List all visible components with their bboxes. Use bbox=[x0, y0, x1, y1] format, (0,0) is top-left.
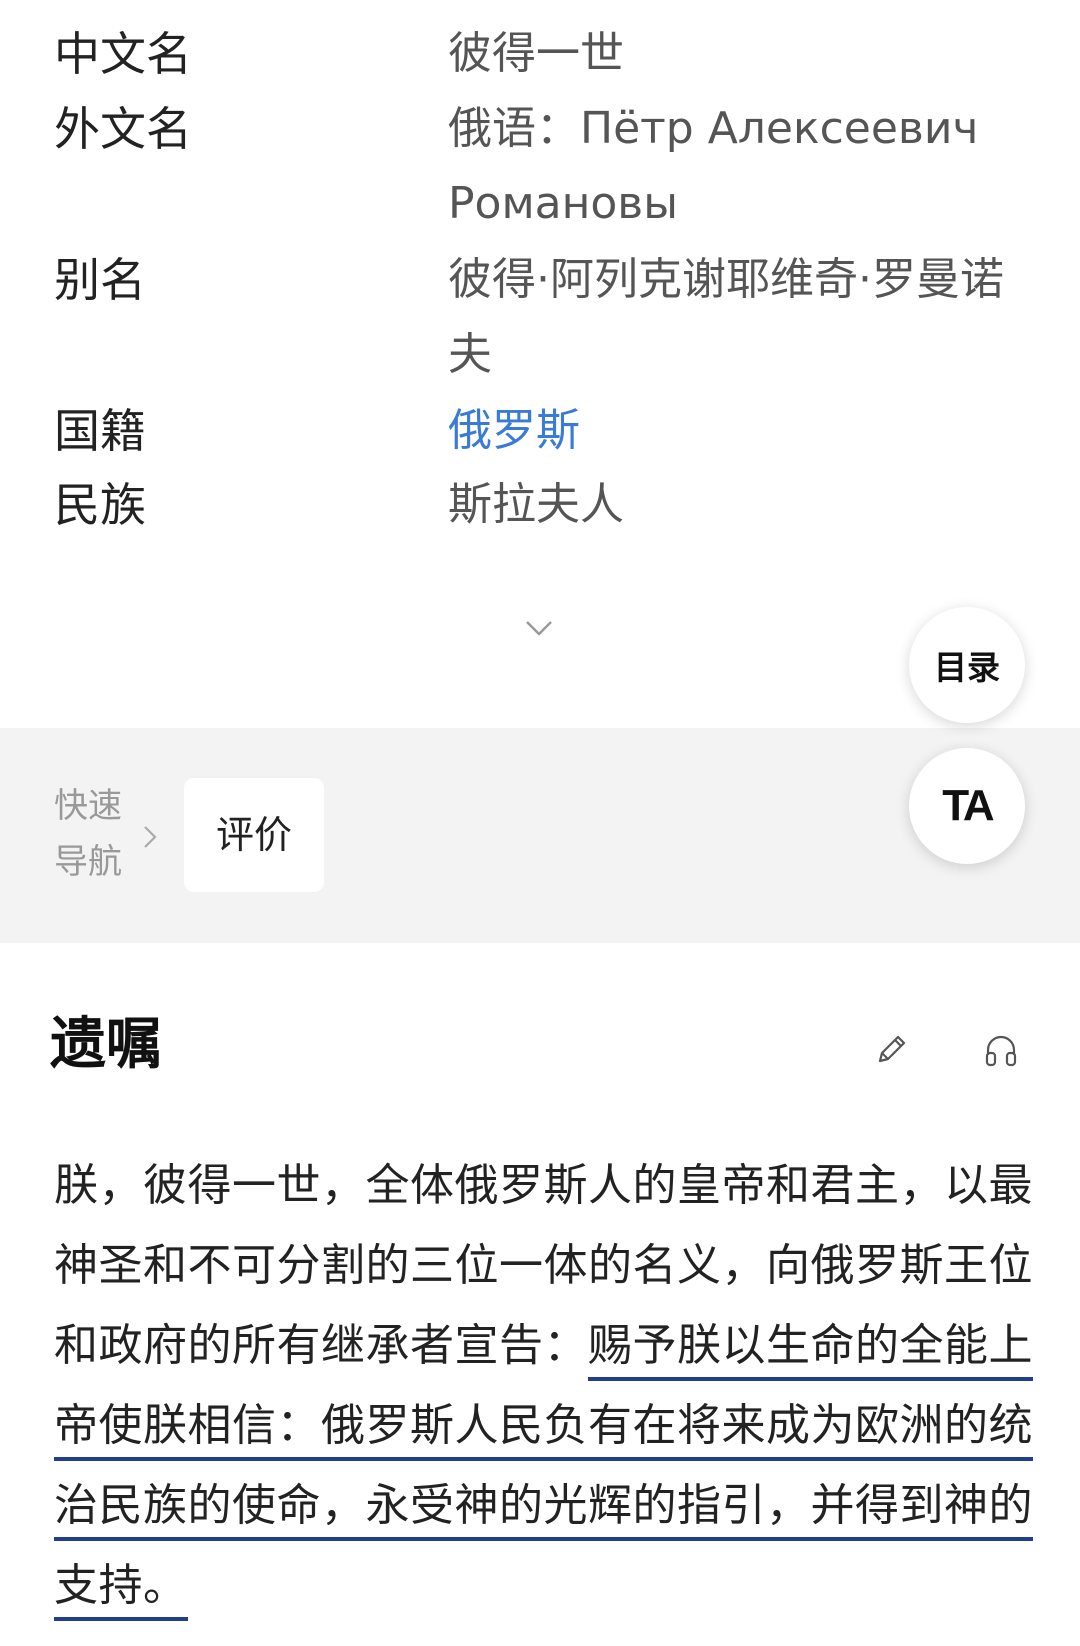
infobox-label: 民族 bbox=[54, 478, 146, 532]
ta-button[interactable]: TA bbox=[909, 748, 1025, 864]
infobox-label: 中文名 bbox=[54, 27, 192, 81]
chevron-down-icon[interactable] bbox=[524, 616, 554, 640]
table-of-contents-button[interactable]: 目录 bbox=[909, 607, 1025, 723]
infobox-label: 外文名 bbox=[54, 102, 192, 156]
infobox-value: 彼得一世 bbox=[448, 28, 624, 79]
section-title: 遗嘱 bbox=[50, 1012, 162, 1077]
infobox-value: 彼得·阿列克谢耶维奇·罗曼诺夫 bbox=[448, 254, 1004, 380]
section-paragraph: 朕，彼得一世，全体俄罗斯人的皇帝和君主，以最神圣和不可分割的三位一体的名义，向俄… bbox=[54, 1146, 1044, 1626]
headphones-listen-icon[interactable] bbox=[982, 1031, 1020, 1069]
infobox-value: 俄语：Пётр Алексеевич Романовы bbox=[448, 103, 979, 229]
page: 中文名 彼得一世 外文名 俄语：Пётр Алексеевич Романовы… bbox=[0, 0, 1080, 1646]
chevron-right-icon bbox=[144, 826, 157, 848]
nationality-link[interactable]: 俄罗斯 bbox=[448, 393, 1008, 468]
infobox-label: 别名 bbox=[54, 253, 146, 307]
quick-nav-item-evaluation[interactable]: 评价 bbox=[184, 778, 324, 892]
infobox-value: 斯拉夫人 bbox=[448, 479, 624, 530]
infobox-label: 国籍 bbox=[54, 404, 146, 458]
quick-navigation-title: 快速导航 bbox=[54, 786, 122, 882]
pencil-edit-icon[interactable] bbox=[872, 1031, 910, 1069]
